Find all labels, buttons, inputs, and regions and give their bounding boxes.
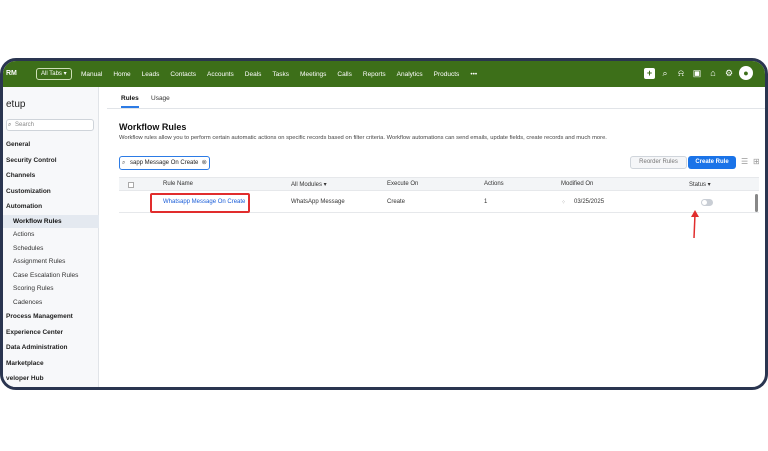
brand-logo: RM bbox=[6, 70, 17, 77]
nav-deals[interactable]: Deals bbox=[245, 71, 262, 78]
sidebar-item-assignment-rules[interactable]: Assignment Rules bbox=[3, 255, 99, 269]
col-execute-on: Execute On bbox=[387, 181, 419, 187]
search-icon: ⌕ bbox=[122, 160, 126, 166]
nav-products[interactable]: Products bbox=[434, 71, 460, 78]
sidebar-search-input[interactable]: ⌕ Search bbox=[6, 119, 94, 131]
rule-search-value: sapp Message On Create bbox=[130, 160, 199, 166]
sidebar-item-actions[interactable]: Actions bbox=[3, 228, 99, 242]
main-content: Rules Usage Workflow Rules Workflow rule… bbox=[107, 87, 765, 387]
rule-actions-count: 1 bbox=[484, 199, 488, 205]
marketplace-icon[interactable]: ⌂ bbox=[707, 66, 719, 80]
nav-contacts[interactable]: Contacts bbox=[170, 71, 196, 78]
nav-calls[interactable]: Calls bbox=[337, 71, 351, 78]
sidebar-item-workflow-rules[interactable]: Workflow Rules bbox=[3, 214, 99, 228]
col-rule-name: Rule Name bbox=[163, 181, 194, 187]
sidebar-item-data-administration[interactable]: Data Administration bbox=[3, 340, 99, 356]
sidebar-item-channels[interactable]: Channels bbox=[3, 168, 99, 184]
sidebar-item-case-escalation-rules[interactable]: Case Escalation Rules bbox=[3, 269, 99, 283]
tab-usage[interactable]: Usage bbox=[151, 95, 170, 102]
sidebar-item-developer-hub[interactable]: veloper Hub bbox=[3, 371, 99, 387]
sidebar-item-schedules[interactable]: Schedules bbox=[3, 242, 99, 256]
setup-sidebar: etup ⌕ Search General Security Control C… bbox=[3, 87, 99, 387]
search-icon[interactable]: ⌕ bbox=[659, 66, 671, 80]
sidebar-item-process-management[interactable]: Process Management bbox=[3, 309, 99, 325]
sidebar-title: etup bbox=[6, 99, 26, 110]
rule-execute-on: Create bbox=[387, 199, 406, 205]
sidebar-item-security-control[interactable]: Security Control bbox=[3, 153, 99, 169]
select-all-checkbox[interactable] bbox=[128, 182, 134, 188]
avatar[interactable]: ● bbox=[739, 66, 753, 80]
col-status[interactable]: Status ▾ bbox=[689, 181, 711, 188]
sidebar-item-customization[interactable]: Customization bbox=[3, 184, 99, 200]
plus-icon[interactable]: + bbox=[644, 67, 655, 79]
nav-accounts[interactable]: Accounts bbox=[207, 71, 234, 78]
sidebar-item-experience-center[interactable]: Experience Center bbox=[3, 325, 99, 341]
page-title: Workflow Rules bbox=[119, 122, 187, 132]
page-description: Workflow rules allow you to perform cert… bbox=[119, 135, 607, 141]
col-modified-on: Modified On bbox=[561, 181, 594, 187]
top-navigation-bar: RM All Tabs ▾ Manual Home Leads Contacts… bbox=[3, 61, 765, 87]
sidebar-list: General Security Control Channels Custom… bbox=[3, 137, 99, 387]
col-status-label: Status bbox=[689, 182, 707, 188]
gear-icon[interactable]: ⚙ bbox=[723, 66, 735, 80]
all-tabs-label: All Tabs bbox=[41, 71, 62, 77]
reorder-rules-button[interactable]: Reorder Rules bbox=[630, 156, 687, 169]
sidebar-item-general[interactable]: General bbox=[3, 137, 99, 153]
rule-modified-on: 03/25/2025 bbox=[574, 199, 605, 205]
top-icon-group: + ⌕ ⍾ ▣ ⌂ ⚙ ● bbox=[640, 66, 753, 80]
status-toggle[interactable] bbox=[701, 199, 713, 206]
sidebar-item-scoring-rules[interactable]: Scoring Rules bbox=[3, 282, 99, 296]
col-all-modules[interactable]: All Modules ▾ bbox=[291, 181, 327, 188]
app-window: RM All Tabs ▾ Manual Home Leads Contacts… bbox=[0, 58, 768, 390]
grid-view-icon[interactable]: ⊞ bbox=[753, 157, 760, 166]
nav-manual[interactable]: Manual bbox=[81, 71, 102, 78]
rule-module: WhatsApp Message bbox=[291, 199, 345, 205]
nav-more[interactable]: ••• bbox=[470, 71, 477, 78]
sidebar-item-automation[interactable]: Automation bbox=[3, 199, 99, 215]
sidebar-item-marketplace[interactable]: Marketplace bbox=[3, 356, 99, 372]
tab-rules[interactable]: Rules bbox=[121, 95, 139, 108]
nav-tasks[interactable]: Tasks bbox=[272, 71, 289, 78]
rule-search-input[interactable]: ⌕ sapp Message On Create ⊗ bbox=[119, 156, 210, 170]
tab-bar: Rules Usage bbox=[107, 87, 765, 109]
nav-reports[interactable]: Reports bbox=[363, 71, 386, 78]
nav-analytics[interactable]: Analytics bbox=[397, 71, 423, 78]
table-header: Rule Name All Modules ▾ Execute On Actio… bbox=[119, 177, 759, 191]
calendar-icon[interactable]: ▣ bbox=[691, 66, 703, 80]
col-all-modules-label: All Modules bbox=[291, 182, 323, 188]
highlight-box bbox=[150, 193, 250, 213]
module-nav: Manual Home Leads Contacts Accounts Deal… bbox=[81, 61, 488, 87]
table-scrollbar[interactable] bbox=[755, 194, 758, 212]
nav-meetings[interactable]: Meetings bbox=[300, 71, 326, 78]
bell-icon[interactable]: ⍾ bbox=[675, 66, 687, 80]
col-actions: Actions bbox=[484, 181, 504, 187]
red-arrow-icon bbox=[691, 210, 699, 239]
sidebar-item-cadences[interactable]: Cadences bbox=[3, 296, 99, 310]
create-rule-button[interactable]: Create Rule bbox=[688, 156, 736, 169]
all-tabs-dropdown[interactable]: All Tabs ▾ bbox=[36, 68, 72, 80]
sidebar-search-placeholder: Search bbox=[15, 122, 35, 128]
loading-spinner-icon: ⁘ bbox=[561, 200, 567, 206]
nav-leads[interactable]: Leads bbox=[142, 71, 160, 78]
search-icon: ⌕ bbox=[8, 122, 12, 128]
list-view-icon[interactable]: ☰ bbox=[741, 157, 748, 166]
nav-home[interactable]: Home bbox=[113, 71, 130, 78]
clear-icon[interactable]: ⊗ bbox=[202, 157, 207, 169]
